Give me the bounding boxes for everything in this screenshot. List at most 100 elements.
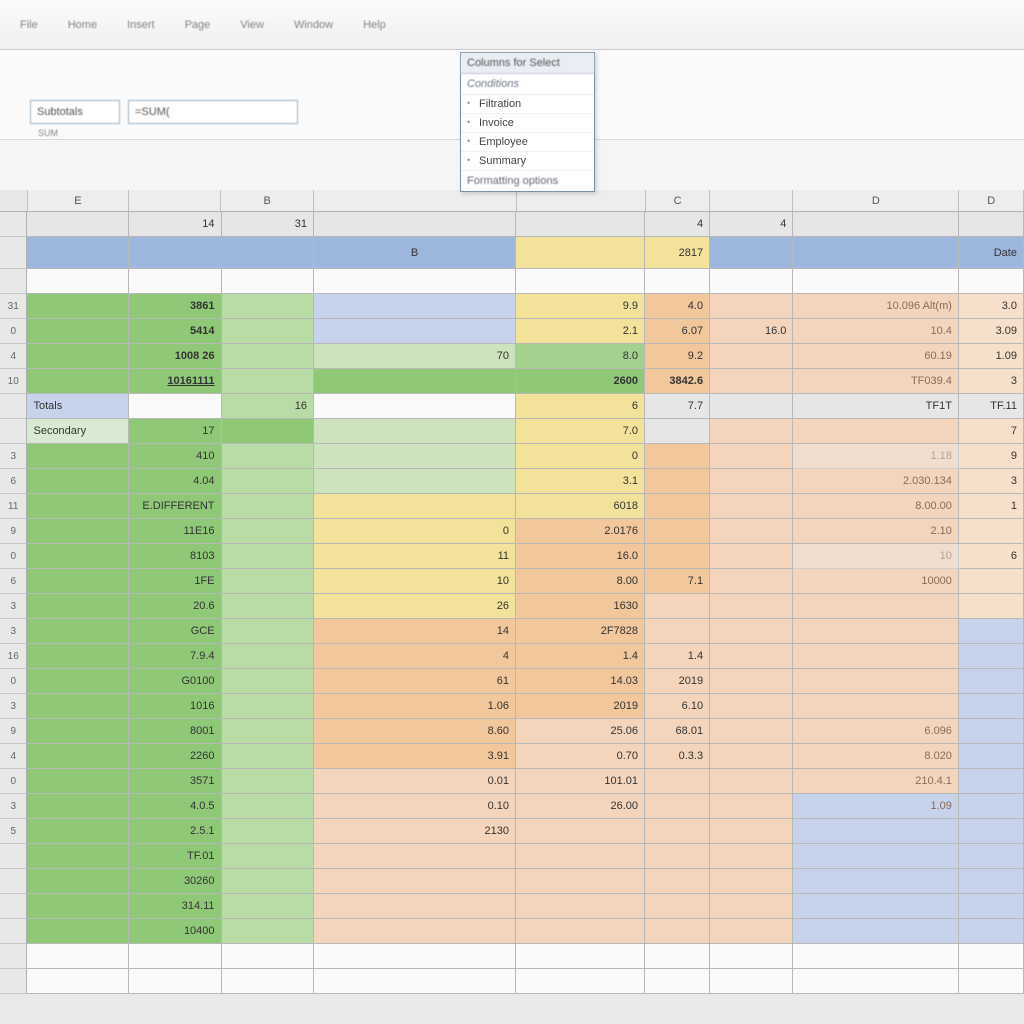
cell[interactable]: 9.2 [645,344,710,369]
cell[interactable]: 17 [129,419,221,444]
cell[interactable] [222,694,314,719]
ribbon-item[interactable]: Home [68,19,97,31]
cell[interactable]: 6 [959,544,1024,569]
column-header[interactable]: D [793,190,959,211]
cell[interactable] [27,819,129,844]
cell[interactable]: TF039.4 [793,369,959,394]
cell[interactable] [710,569,793,594]
cell[interactable] [27,619,129,644]
cell[interactable]: 4.0.5 [129,794,221,819]
cell[interactable]: 11E16 [129,519,221,544]
cell[interactable]: 16.0 [710,319,793,344]
cell[interactable] [645,544,710,569]
cell[interactable] [710,469,793,494]
column-header[interactable] [129,190,221,211]
cell[interactable]: 0.10 [314,794,516,819]
cell[interactable]: 2F7828 [516,619,645,644]
cell[interactable]: G0100 [129,669,221,694]
cell[interactable]: 1.4 [516,644,645,669]
row-header[interactable]: 16 [0,644,27,669]
cell[interactable]: 31 [222,212,314,237]
row-header[interactable]: 0 [0,319,27,344]
select-all-corner[interactable] [0,190,28,211]
cell[interactable]: 3.1 [516,469,645,494]
row-header[interactable] [0,894,27,919]
cell[interactable] [710,869,793,894]
row-header[interactable]: 9 [0,719,27,744]
cell[interactable]: 20.6 [129,594,221,619]
cell[interactable] [645,619,710,644]
column-header[interactable]: B [221,190,313,211]
cell[interactable] [710,237,793,269]
cell[interactable] [959,519,1024,544]
cell[interactable] [222,894,314,919]
cell[interactable]: 2130 [314,819,516,844]
cell[interactable]: 30260 [129,869,221,894]
cell[interactable] [959,919,1024,944]
cell[interactable]: 1.06 [314,694,516,719]
cell[interactable] [222,919,314,944]
cell[interactable] [710,494,793,519]
cell[interactable]: 1FE [129,569,221,594]
cell[interactable] [222,569,314,594]
row-header[interactable] [0,419,27,444]
cell[interactable]: 7.1 [645,569,710,594]
cell[interactable] [710,394,793,419]
cell[interactable]: 8.00.00 [793,494,959,519]
cell[interactable] [27,719,129,744]
cell[interactable]: 10.096 Alt(m) [793,294,959,319]
row-header[interactable] [0,969,27,994]
cell[interactable] [710,519,793,544]
cell[interactable] [959,669,1024,694]
row-header[interactable] [0,844,27,869]
cell[interactable] [793,269,959,294]
cell[interactable] [222,369,314,394]
cell[interactable]: 0 [314,519,516,544]
cell[interactable] [959,744,1024,769]
cell[interactable] [516,894,645,919]
cell[interactable] [222,819,314,844]
cell[interactable] [516,869,645,894]
cell-secondary-label[interactable]: Secondary [27,419,129,444]
cell[interactable]: 0.01 [314,769,516,794]
cell[interactable]: 8.020 [793,744,959,769]
column-header[interactable]: E [28,190,129,211]
cell[interactable] [222,237,314,269]
cell[interactable]: 8.60 [314,719,516,744]
cell[interactable] [516,269,645,294]
cell[interactable]: 10.4 [793,319,959,344]
cell[interactable] [27,294,129,319]
cell[interactable] [710,894,793,919]
cell[interactable] [710,344,793,369]
cell[interactable] [314,894,516,919]
row-header[interactable] [0,944,27,969]
cell[interactable]: 314.11 [129,894,221,919]
cell[interactable] [314,369,516,394]
cell[interactable] [27,969,129,994]
cell[interactable] [959,769,1024,794]
row-header[interactable]: 0 [0,769,27,794]
cell[interactable] [793,237,959,269]
row-header[interactable] [0,269,27,294]
cell[interactable]: 8103 [129,544,221,569]
ribbon-item[interactable]: Window [294,19,333,31]
cell[interactable] [222,444,314,469]
cell[interactable]: 2.030.134 [793,469,959,494]
cell[interactable] [27,669,129,694]
cell[interactable]: 16.0 [516,544,645,569]
cell[interactable]: 6.096 [793,719,959,744]
cell[interactable] [516,844,645,869]
cell[interactable] [710,544,793,569]
cell[interactable] [645,469,710,494]
cell[interactable] [27,869,129,894]
cell[interactable] [959,844,1024,869]
column-header[interactable] [517,190,646,211]
cell[interactable] [314,494,516,519]
row-header[interactable]: 11 [0,494,27,519]
cell[interactable] [959,794,1024,819]
cell[interactable] [314,969,516,994]
cell[interactable] [222,344,314,369]
cell[interactable] [710,419,793,444]
cell[interactable]: 0 [516,444,645,469]
cell[interactable]: 2.1 [516,319,645,344]
